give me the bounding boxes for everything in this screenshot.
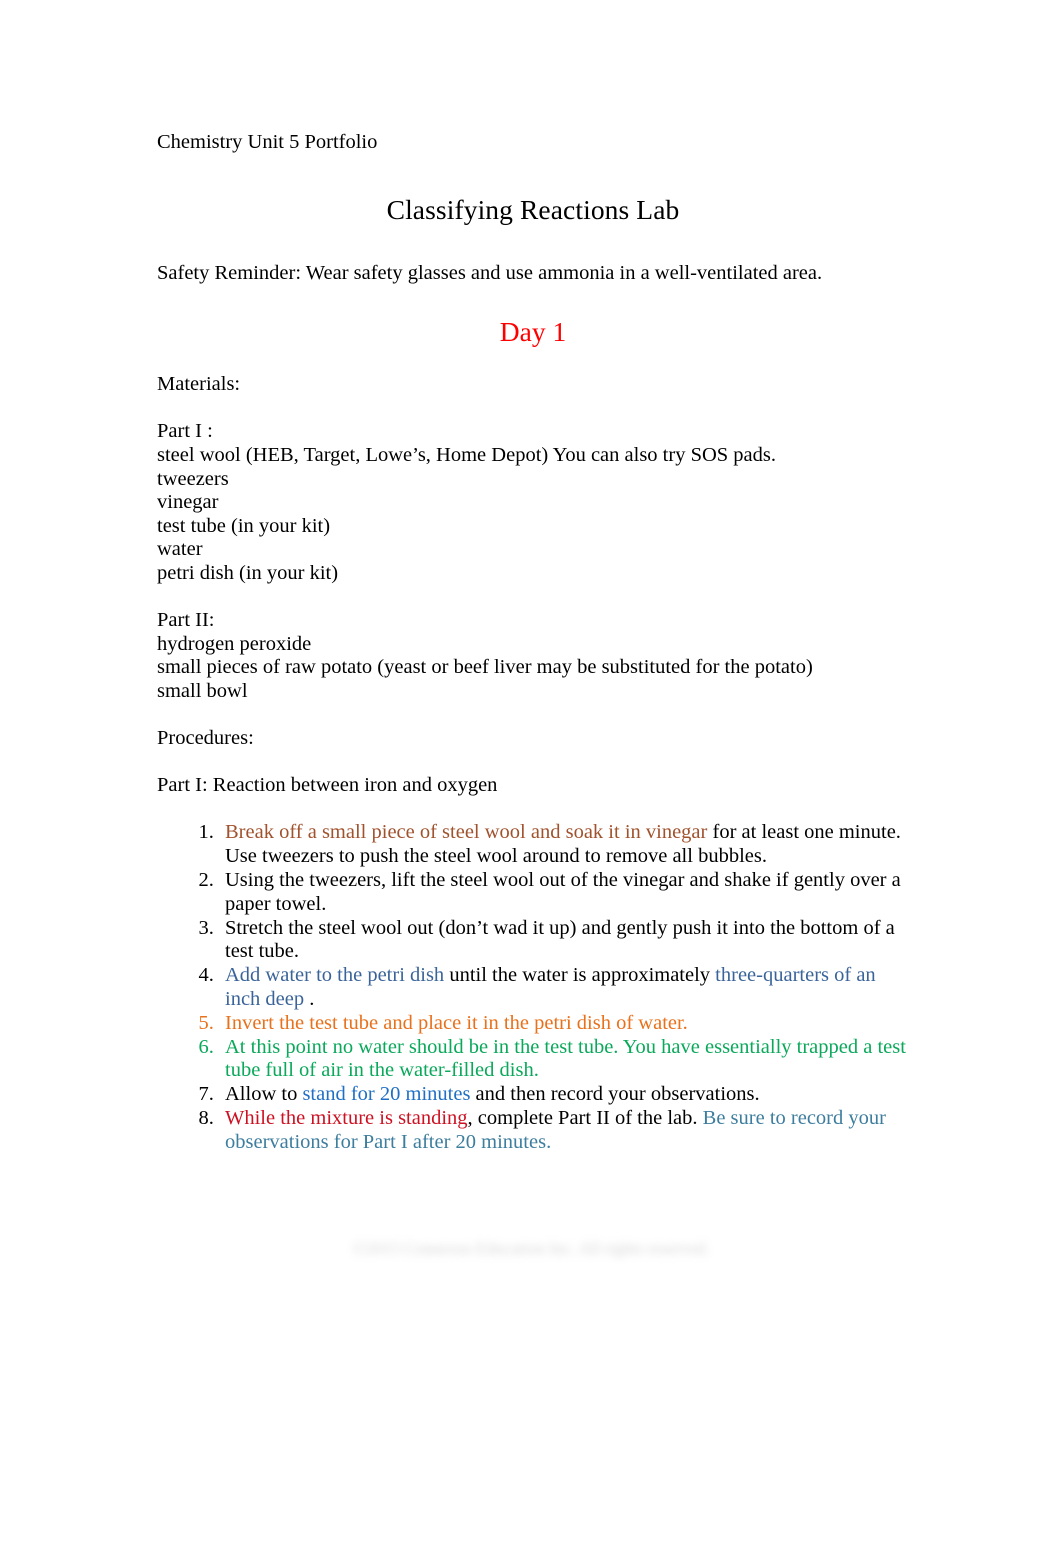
material-line: hydrogen peroxide [157,632,312,655]
part2-materials-heading: Part II: [157,609,215,632]
text-run: and then record your observations. [470,1083,760,1106]
footer-watermark: ©2015 Connexus Education Inc. All rights… [352,1239,710,1258]
text-run: stand for 20 minutes [302,1083,471,1106]
procedure-step: Invert the test tube and place it in the… [219,1012,909,1036]
page-title: Classifying Reactions Lab [386,193,680,225]
material-line: water [157,538,203,561]
procedure-steps-list: Break off a small piece of steel wool an… [157,821,909,1154]
procedure-step: Using the tweezers, lift the steel wool … [219,869,909,917]
procedure-step-text: Stretch the steel wool out (don’t wad it… [225,917,895,963]
material-line: tweezers [157,467,229,490]
part1-materials-list: steel wool (HEB, Target, Lowe’s, Home De… [157,444,909,586]
materials-section: Materials: Part I : steel wool (HEB, Tar… [157,373,909,703]
procedure-step-text: Using the tweezers, lift the steel wool … [225,869,901,915]
procedure-step: While the mixture is standing, complete … [219,1107,909,1155]
part2-materials-list: hydrogen peroxide small pieces of raw pot… [157,633,909,704]
material-line: steel wool (HEB, Target, Lowe’s, Home De… [157,443,777,466]
procedures-section: Procedures: Part I: Reaction between iro… [157,727,909,798]
procedure-step: At this point no water should be in the … [219,1036,909,1084]
procedure-step-text: Invert the test tube and place it in the… [225,1012,688,1034]
document-body: Chemistry Unit 5 Portfolio Classifying R… [157,131,909,1155]
document-page: Chemistry Unit 5 Portfolio Classifying R… [0,0,1062,1561]
text-run: Break off a small piece of steel wool an… [225,821,708,844]
material-line: vinegar [157,491,219,514]
materials-heading: Materials: [157,373,241,396]
text-run: While the mixture is standing [225,1107,468,1130]
material-line: small bowl [157,679,248,702]
text-run: until the water is approximately [444,964,716,987]
text-run: Stretch the steel wool out (don’t wad it… [225,916,895,963]
safety-reminder: Safety Reminder: Wear safety glasses and… [157,261,823,284]
procedure-step: Break off a small piece of steel wool an… [219,821,909,869]
procedure-step: Allow to stand for 20 minutes and then r… [219,1083,909,1107]
procedures-heading: Procedures: [157,727,254,750]
procedure-step-text: Break off a small piece of steel wool an… [225,821,901,867]
material-line: small pieces of raw potato (yeast or bee… [157,656,813,679]
procedure-step-text: Add water to the petri dish until the wa… [225,964,876,1010]
procedure-step: Add water to the petri dish until the wa… [219,964,909,1012]
text-run: Invert the test tube and place it in the… [225,1011,688,1034]
text-run: , complete Part II of the lab. [467,1107,703,1130]
text-run: Add water to the petri dish [225,964,445,987]
procedure-step-text: While the mixture is standing, complete … [225,1107,886,1153]
text-run: At this point no water should be in the … [225,1035,906,1082]
procedure-step-text: Allow to stand for 20 minutes and then r… [225,1083,760,1105]
document-header-label: Chemistry Unit 5 Portfolio [157,131,378,153]
material-line: petri dish (in your kit) [157,561,339,584]
material-line: test tube (in your kit) [157,514,331,537]
part1-materials-heading: Part I : [157,420,213,443]
procedure-step-text: At this point no water should be in the … [225,1036,906,1082]
procedure-step: Stretch the steel wool out (don’t wad it… [219,917,909,965]
text-run: Allow to [225,1083,303,1106]
day-heading: Day 1 [499,316,567,348]
part1-procedure-heading: Part I: Reaction between iron and oxygen [157,774,498,797]
text-run: . [304,988,315,1011]
text-run: Using the tweezers, lift the steel wool … [225,869,901,915]
